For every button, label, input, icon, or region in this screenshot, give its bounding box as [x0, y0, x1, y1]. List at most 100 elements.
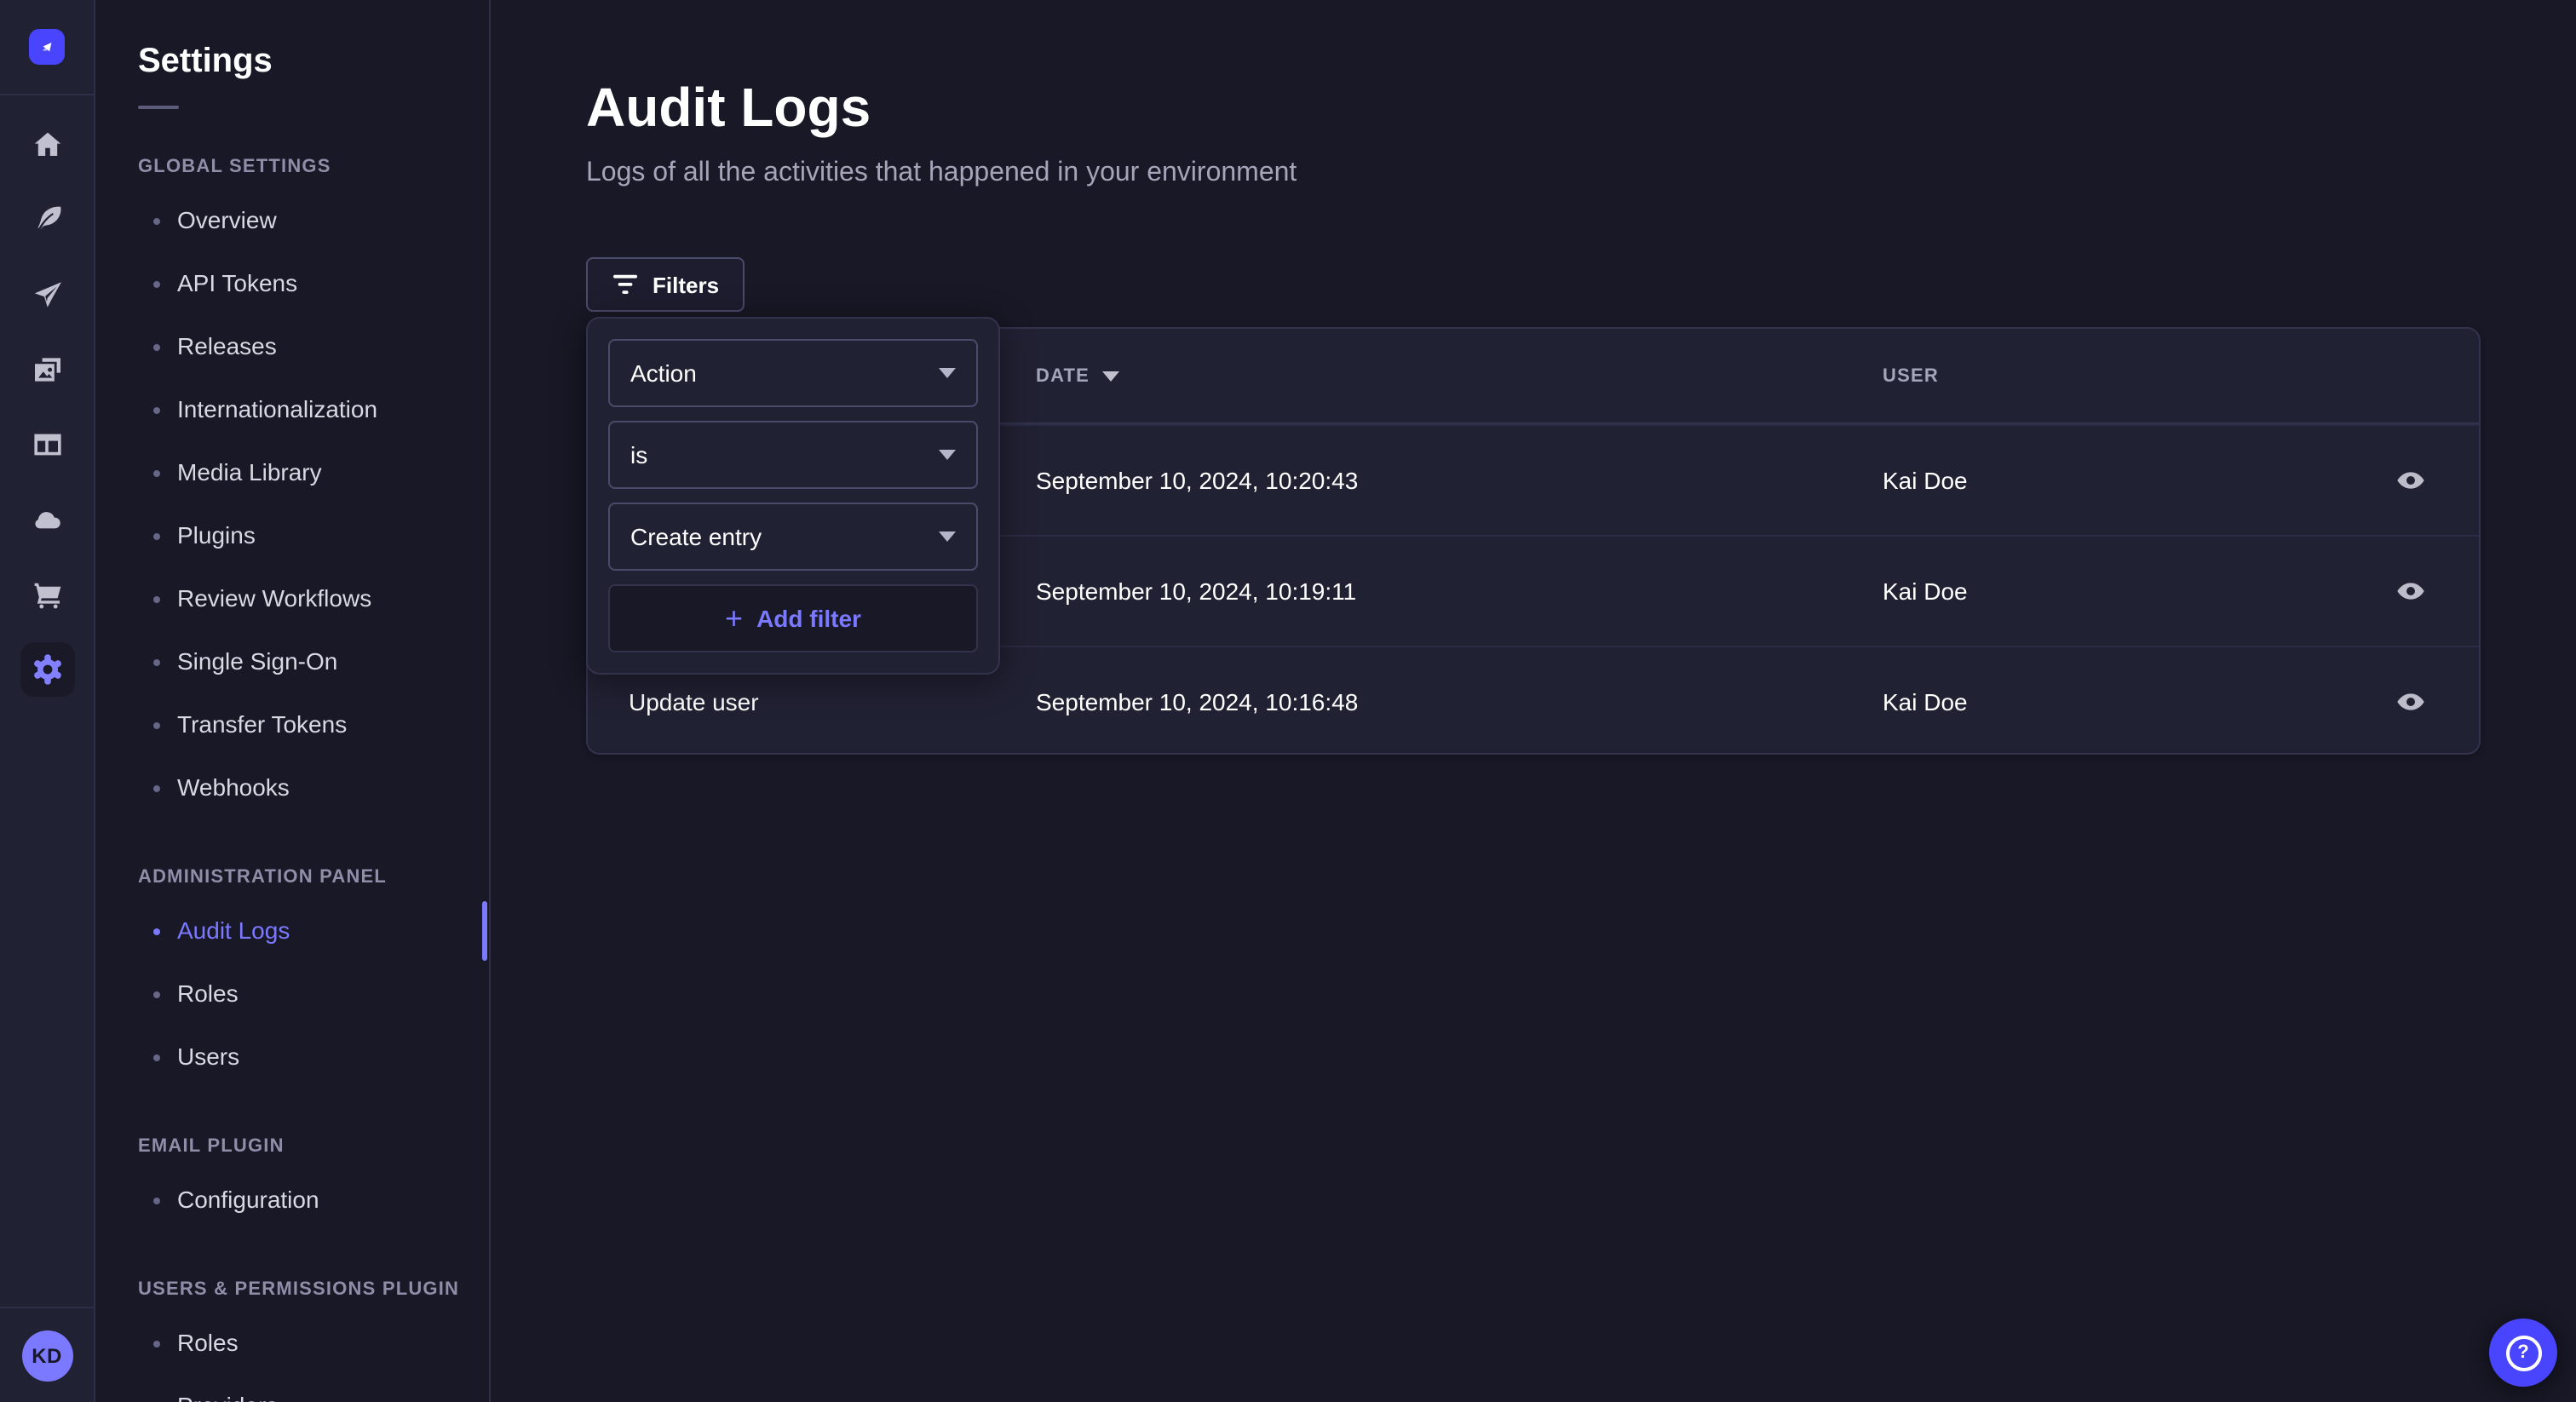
filter-field-select[interactable]: Action — [608, 339, 978, 407]
logo-cell — [0, 0, 94, 95]
bullet-icon — [153, 343, 160, 350]
bullet-icon — [153, 928, 160, 934]
view-details-button[interactable] — [2383, 453, 2438, 508]
feather-icon — [30, 203, 64, 237]
bullet-icon — [153, 469, 160, 476]
sidebar-item-transfer-tokens[interactable]: Transfer Tokens — [138, 693, 487, 756]
bullet-icon — [153, 1340, 160, 1347]
bullet-icon — [153, 532, 160, 539]
strapi-admin-app: KD Settings GLOBAL SETTINGS Overview API… — [0, 0, 2576, 1402]
filter-popover: Action is Create entry + Add filter — [586, 317, 1000, 675]
section-label: USERS & PERMISSIONS PLUGIN — [138, 1262, 489, 1301]
section-label: ADMINISTRATION PANEL — [138, 850, 489, 889]
home-icon — [30, 128, 64, 162]
add-filter-button[interactable]: + Add filter — [608, 584, 978, 652]
question-mark-icon: ? — [2505, 1335, 2541, 1370]
media-pictures-icon — [30, 353, 64, 387]
sidebar-item-plugins[interactable]: Plugins — [138, 504, 487, 567]
bullet-icon — [153, 280, 160, 287]
plus-icon: + — [725, 603, 743, 634]
active-indicator-bar — [482, 901, 487, 961]
section-administration-panel: ADMINISTRATION PANEL Audit Logs Roles Us… — [138, 850, 489, 1089]
rail-item-deploy[interactable] — [0, 257, 94, 332]
page-subtitle: Logs of all the activities that happened… — [491, 140, 2576, 191]
gear-icon — [30, 652, 64, 687]
sidebar-item-media-library[interactable]: Media Library — [138, 441, 487, 504]
bullet-icon — [153, 658, 160, 665]
sidebar-item-up-providers[interactable]: Providers — [138, 1375, 487, 1402]
cell-user: Kai Doe — [1883, 577, 2349, 605]
icon-rail: KD — [0, 0, 95, 1402]
cell-date: September 10, 2024, 10:19:11 — [1036, 577, 1883, 605]
eye-icon — [2394, 463, 2428, 497]
cell-date: September 10, 2024, 10:20:43 — [1036, 467, 1883, 494]
section-label: EMAIL PLUGIN — [138, 1119, 489, 1158]
bullet-icon — [153, 784, 160, 791]
rail-nav — [0, 95, 94, 707]
rail-item-media-library[interactable] — [0, 332, 94, 407]
sidebar-item-single-sign-on[interactable]: Single Sign-On — [138, 630, 487, 693]
sidebar-item-releases[interactable]: Releases — [138, 315, 487, 378]
filters-button-label: Filters — [653, 272, 719, 297]
settings-active-pill — [20, 642, 74, 697]
sidebar-item-email-configuration[interactable]: Configuration — [138, 1169, 487, 1232]
rail-item-content-manager[interactable] — [0, 407, 94, 482]
rail-item-marketplace[interactable] — [0, 557, 94, 632]
layout-icon — [30, 428, 64, 462]
bullet-icon — [153, 406, 160, 413]
section-label: GLOBAL SETTINGS — [138, 140, 489, 179]
sidebar-item-audit-logs[interactable]: Audit Logs — [138, 899, 487, 962]
sidebar-item-admin-users[interactable]: Users — [138, 1026, 487, 1089]
sidebar-item-api-tokens[interactable]: API Tokens — [138, 252, 487, 315]
subnav-title: Settings — [138, 0, 489, 82]
chevron-down-icon — [939, 450, 956, 460]
chevron-down-icon — [939, 531, 956, 542]
cloud-icon — [30, 503, 64, 537]
add-filter-label: Add filter — [756, 605, 861, 632]
bullet-icon — [153, 1054, 160, 1060]
sidebar-item-up-roles[interactable]: Roles — [138, 1312, 487, 1375]
filter-value-select[interactable]: Create entry — [608, 503, 978, 571]
filter-icon — [612, 274, 639, 295]
rail-item-content-builder[interactable] — [0, 182, 94, 257]
user-avatar[interactable]: KD — [21, 1330, 72, 1381]
rail-item-cloud[interactable] — [0, 482, 94, 557]
strapi-logo[interactable] — [29, 29, 65, 65]
strapi-logo-glyph — [36, 36, 58, 58]
view-details-button[interactable] — [2383, 675, 2438, 729]
bullet-icon — [153, 721, 160, 728]
main-content: Audit Logs Logs of all the activities th… — [491, 0, 2576, 1402]
column-header-date[interactable]: DATE — [1036, 365, 1883, 386]
column-header-user: USER — [1883, 365, 2349, 386]
bullet-icon — [153, 991, 160, 997]
filter-operator-select[interactable]: is — [608, 421, 978, 489]
sidebar-item-overview[interactable]: Overview — [138, 189, 487, 252]
sidebar-item-webhooks[interactable]: Webhooks — [138, 756, 487, 819]
cell-date: September 10, 2024, 10:16:48 — [1036, 688, 1883, 715]
paper-plane-icon — [30, 278, 64, 312]
section-users-permissions-plugin: USERS & PERMISSIONS PLUGIN Roles Provide… — [138, 1262, 489, 1402]
settings-subnav: Settings GLOBAL SETTINGS Overview API To… — [97, 0, 491, 1402]
cell-action: Update user — [629, 688, 1036, 715]
eye-icon — [2394, 685, 2428, 719]
section-global-settings: GLOBAL SETTINGS Overview API Tokens Rele… — [138, 140, 489, 819]
filter-field-value: Action — [630, 359, 697, 387]
filter-value-value: Create entry — [630, 523, 762, 550]
sidebar-item-review-workflows[interactable]: Review Workflows — [138, 567, 487, 630]
sort-desc-icon — [1101, 371, 1118, 381]
filters-button[interactable]: Filters — [586, 257, 745, 312]
bullet-icon — [153, 217, 160, 224]
sidebar-item-admin-roles[interactable]: Roles — [138, 962, 487, 1026]
page-title: Audit Logs — [491, 0, 2576, 140]
filter-operator-value: is — [630, 441, 647, 468]
rail-bottom: KD — [0, 1307, 94, 1402]
subnav-divider — [138, 106, 179, 109]
section-email-plugin: EMAIL PLUGIN Configuration — [138, 1119, 489, 1232]
rail-item-settings[interactable] — [0, 632, 94, 707]
help-button[interactable]: ? — [2489, 1319, 2557, 1387]
rail-item-home[interactable] — [0, 107, 94, 182]
chevron-down-icon — [939, 368, 956, 378]
sidebar-item-internationalization[interactable]: Internationalization — [138, 378, 487, 441]
cell-user: Kai Doe — [1883, 688, 2349, 715]
view-details-button[interactable] — [2383, 564, 2438, 618]
